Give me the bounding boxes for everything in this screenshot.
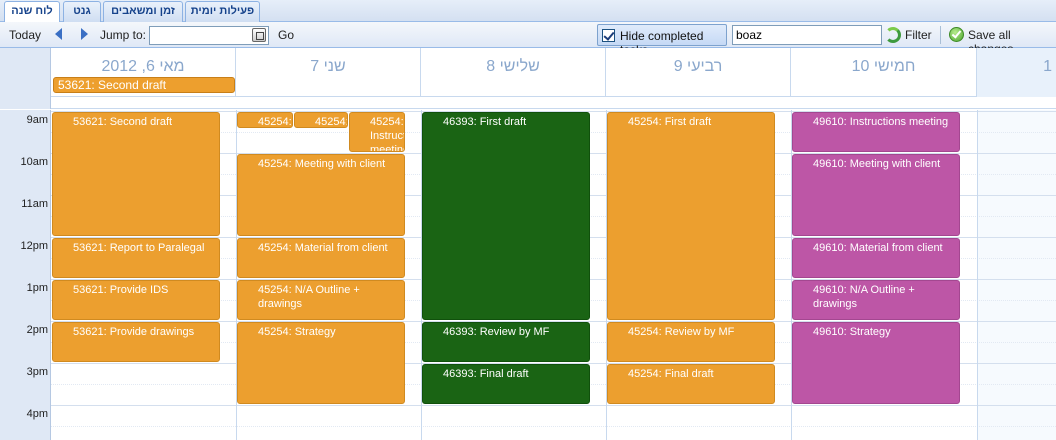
next-arrow-icon[interactable] xyxy=(81,28,88,40)
calendar-app: לוח שנה גנט זמן ומשאבים פעילות יומית Tod… xyxy=(0,0,1056,440)
event-label: 49610: Strategy xyxy=(813,326,891,338)
event-label: 45254: Meeting with client xyxy=(258,158,386,170)
event-45254-strategy[interactable]: 45254: Strategy xyxy=(237,322,405,404)
event-49610-strategy[interactable]: 49610: Strategy xyxy=(792,322,960,404)
event-46393-final[interactable]: 46393: Final draft xyxy=(422,364,590,404)
event-label: 53621: Provide IDS xyxy=(73,284,169,296)
hour-label: 9am xyxy=(26,114,48,126)
today-column xyxy=(977,110,1056,440)
day-header-mon[interactable]: שני 7 xyxy=(236,48,421,97)
day-title: 2012 ,6 מאי xyxy=(101,58,185,75)
event-45254-material-small[interactable]: 45254: Material from client xyxy=(237,112,293,128)
event-label: 45254: Strategy xyxy=(258,326,336,338)
event-label: 46393: Final draft xyxy=(443,368,529,380)
tab-gantt[interactable]: גנט xyxy=(63,1,101,22)
event-label: 53621: Report to Paralegal xyxy=(73,242,205,254)
event-53621-report[interactable]: 53621: Report to Paralegal xyxy=(52,238,220,278)
hour-label: 11am xyxy=(21,198,48,210)
event-label: 53621: Second draft xyxy=(73,116,173,128)
strip-gutter xyxy=(0,97,51,109)
event-45254-review[interactable]: 45254: Review by MF xyxy=(607,322,775,362)
allday-event[interactable]: 53621: Second draft xyxy=(53,77,235,93)
day-header-fri[interactable]: 1 xyxy=(977,48,1056,97)
event-label: 45254: Material from client xyxy=(258,242,388,254)
event-label: 46393: First draft xyxy=(443,116,527,128)
event-label: 45254: Material from client xyxy=(258,116,292,128)
day-title: שני 7 xyxy=(310,58,346,75)
hour-label: 3pm xyxy=(26,366,48,378)
toolbar: Today Jump to: Go Hide completed tasks F… xyxy=(0,22,1056,57)
event-label: 45254: N/A Outline + drawings xyxy=(258,284,360,310)
event-45254-first-draft[interactable]: 45254: First draft xyxy=(607,112,775,320)
event-label: 45254: Review by MF xyxy=(628,326,735,338)
toolbar-separator xyxy=(940,26,941,44)
hour-label: 2pm xyxy=(26,324,48,336)
day-header-wed[interactable]: רביעי 9 xyxy=(606,48,791,97)
day-header-thu[interactable]: חמישי 10 xyxy=(791,48,977,97)
tab-daily-activity[interactable]: פעילות יומית xyxy=(185,1,260,22)
event-label: 45254: First draft xyxy=(628,116,712,128)
time-gutter: 9am 10am 11am 12pm 1pm 2pm 3pm 4pm xyxy=(0,110,51,440)
event-46393-first-draft[interactable]: 46393: First draft xyxy=(422,112,590,320)
event-49610-outline[interactable]: 49610: N/A Outline + drawings xyxy=(792,280,960,320)
hour-label: 4pm xyxy=(26,408,48,420)
grid-line xyxy=(51,405,1056,406)
event-label: 49610: N/A Outline + drawings xyxy=(813,284,915,310)
calendar-body: 9am 10am 11am 12pm 1pm 2pm 3pm 4pm 53621… xyxy=(0,110,1056,440)
allday-strip xyxy=(0,97,1056,109)
event-49610-meeting[interactable]: 49610: Meeting with client xyxy=(792,154,960,236)
date-picker-icon[interactable] xyxy=(252,28,266,42)
event-45254-outline-small[interactable]: 45254: Outline + drawings xyxy=(294,112,348,128)
event-45254-outline[interactable]: 45254: N/A Outline + drawings xyxy=(237,280,405,320)
jump-to-label: Jump to: xyxy=(100,28,147,42)
event-45254-material[interactable]: 45254: Material from client xyxy=(237,238,405,278)
header-gutter xyxy=(0,48,51,97)
prev-arrow-icon[interactable] xyxy=(55,28,62,40)
event-53621-second-draft[interactable]: 53621: Second draft xyxy=(52,112,220,236)
event-53621-drawings[interactable]: 53621: Provide drawings xyxy=(52,322,220,362)
filter-button[interactable]: Filter xyxy=(905,28,932,42)
checkbox-checked-icon[interactable] xyxy=(602,29,615,42)
event-label: 49610: Material from client xyxy=(813,242,943,254)
event-49610-instructions[interactable]: 49610: Instructions meeting xyxy=(792,112,960,152)
tab-time-resources[interactable]: זמן ומשאבים xyxy=(103,1,183,22)
event-53621-ids[interactable]: 53621: Provide IDS xyxy=(52,280,220,320)
jump-to-input[interactable] xyxy=(149,26,269,45)
column-divider xyxy=(977,110,978,440)
event-46393-review[interactable]: 46393: Review by MF xyxy=(422,322,590,362)
tab-calendar[interactable]: לוח שנה xyxy=(4,1,60,23)
event-45254-meeting[interactable]: 45254: Meeting with client xyxy=(237,154,405,236)
day-header-tue[interactable]: שלישי 8 xyxy=(421,48,606,97)
go-button[interactable]: Go xyxy=(278,28,294,42)
day-title: שלישי 8 xyxy=(486,58,540,75)
event-label: 49610: Meeting with client xyxy=(813,158,941,170)
hour-label: 10am xyxy=(20,156,48,168)
hour-label: 12pm xyxy=(20,240,48,252)
today-button[interactable]: Today xyxy=(9,28,41,42)
refresh-filter-icon[interactable] xyxy=(885,27,901,43)
event-label: 53621: Provide drawings xyxy=(73,326,195,338)
hide-completed-toggle[interactable]: Hide completed tasks xyxy=(597,24,727,57)
day-title: חמישי 10 xyxy=(851,58,916,75)
search-input[interactable] xyxy=(732,25,882,45)
event-label: 45254: Instructions meeting xyxy=(370,116,404,152)
event-49610-material[interactable]: 49610: Material from client xyxy=(792,238,960,278)
day-title: רביעי 9 xyxy=(673,58,723,75)
event-45254-instructions[interactable]: 45254: Instructions meeting xyxy=(349,112,405,152)
grid-line xyxy=(51,426,1056,427)
event-label: 45254: Outline + drawings xyxy=(315,116,348,128)
event-label: 49610: Instructions meeting xyxy=(813,116,949,128)
save-check-icon[interactable] xyxy=(949,27,964,42)
event-45254-final[interactable]: 45254: Final draft xyxy=(607,364,775,404)
tab-strip: לוח שנה גנט זמן ומשאבים פעילות יומית xyxy=(0,0,1056,23)
event-label: 46393: Review by MF xyxy=(443,326,550,338)
hour-label: 1pm xyxy=(26,282,48,294)
day-title: 1 xyxy=(1043,58,1052,75)
event-label: 45254: Final draft xyxy=(628,368,714,380)
